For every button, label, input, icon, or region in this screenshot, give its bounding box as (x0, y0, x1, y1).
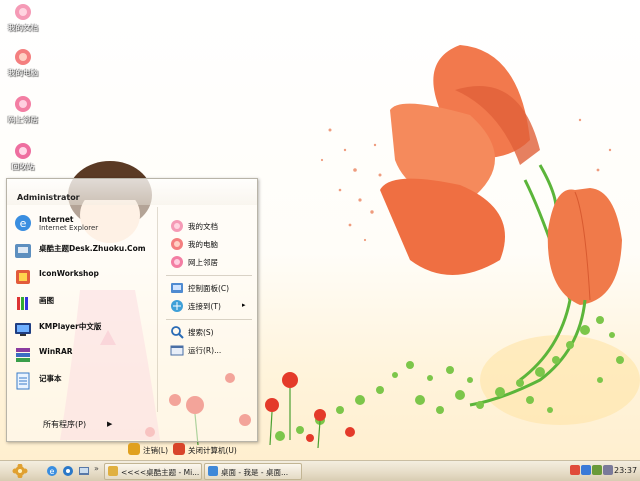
place-search[interactable]: 搜索(S) (170, 323, 256, 341)
program-internet-explorer[interactable]: e Internet Internet Explorer (13, 211, 153, 235)
taskbar-button-zhuoku[interactable]: <<<<桌酷主题 - Mi... (104, 463, 202, 480)
place-label: 连接到(T) (188, 302, 221, 311)
show-desktop-icon[interactable] (78, 465, 90, 477)
desktop-icon-my-documents[interactable]: 我的文档 (2, 2, 44, 32)
program-kmplayer[interactable]: KMPlayer中文版 (13, 317, 153, 341)
flower-computer-icon (171, 238, 183, 250)
program-subtitle: Internet Explorer (39, 224, 99, 232)
places-pane: 我的文档 我的电脑 网上邻居 控制面板(C) 连接到(T) ▸ 搜索(S) 运行… (157, 207, 258, 412)
program-name: WinRAR (39, 347, 73, 356)
taskbar-button-chrome[interactable]: 桌面 - 我是 - 桌面... (204, 463, 302, 480)
program-paint[interactable]: 画图 (13, 291, 153, 315)
place-label: 网上邻居 (188, 258, 218, 267)
place-control-panel[interactable]: 控制面板(C) (170, 279, 256, 297)
place-label: 运行(R)... (188, 346, 222, 355)
control-panel-icon (171, 283, 183, 293)
quick-launch-expand-icon[interactable]: » (94, 464, 99, 473)
desktop-icon-network[interactable]: 网上邻居 (2, 94, 44, 124)
flower-network-icon (15, 96, 31, 112)
desktop-icon-label: 网上邻居 (8, 115, 38, 124)
folder-icon (108, 466, 118, 476)
logoff-label: 注销(L) (143, 446, 169, 455)
desktop-icon-label: 我的文档 (8, 23, 38, 32)
submenu-arrow-icon: ▸ (242, 301, 246, 309)
logoff-icon (128, 443, 140, 455)
zhuoku-theme-icon (15, 244, 31, 258)
chrome-icon[interactable] (62, 465, 74, 477)
system-divider (166, 319, 252, 320)
shutdown-label: 关闭计算机(U) (188, 446, 237, 455)
taskbar-button-label: <<<<桌酷主题 - Mi... (121, 468, 200, 477)
place-network[interactable]: 网上邻居 (170, 253, 256, 271)
program-winrar[interactable]: WinRAR (13, 343, 153, 367)
paint-icon (17, 297, 28, 310)
place-label: 我的电脑 (188, 240, 218, 249)
svg-text:e: e (50, 467, 55, 476)
connect-to-icon (171, 300, 183, 312)
clock[interactable]: 23:37 (614, 466, 637, 475)
flower-computer-icon (15, 49, 31, 65)
taskbar: e » <<<<桌酷主题 - Mi... 桌面 - 我是 - 桌面... 23:… (0, 460, 640, 481)
place-label: 我的文档 (188, 222, 218, 231)
program-name: 桌酷主题Desk.Zhuoku.Com (39, 244, 146, 253)
flower-recycle-icon (15, 143, 31, 159)
all-programs-button[interactable]: 所有程序(P) (43, 419, 86, 430)
system-tray: 23:37 (570, 463, 638, 478)
places-divider (166, 275, 252, 276)
desktop-icon-my-computer[interactable]: 我的电脑 (2, 47, 44, 77)
program-zhuoku-theme[interactable]: 桌酷主题Desk.Zhuoku.Com (13, 239, 153, 263)
logoff-button[interactable]: 注销(L) (128, 443, 173, 457)
program-iconworkshop[interactable]: IconWorkshop (13, 265, 153, 289)
start-menu: Administrator e Internet Internet Explor… (6, 178, 258, 442)
flower-folder-icon (15, 4, 31, 20)
pinned-programs-pane: e Internet Internet Explorer 桌酷主题Desk.Zh… (7, 207, 157, 412)
tray-network-icon[interactable] (581, 465, 591, 475)
taskbar-button-label: 桌面 - 我是 - 桌面... (221, 468, 289, 477)
tray-antivirus-icon[interactable] (570, 465, 580, 475)
search-icon (171, 326, 184, 339)
program-notepad[interactable]: 记事本 (13, 369, 153, 393)
desktop-icon-recycle-bin[interactable]: 回收站 (2, 141, 44, 171)
all-programs-arrow-icon: ▶ (107, 420, 113, 428)
desktop-icon-label: 我的电脑 (8, 68, 38, 77)
iconworkshop-icon (16, 270, 30, 284)
power-icon (173, 443, 185, 455)
place-run[interactable]: 运行(R)... (170, 341, 256, 359)
svg-text:e: e (20, 217, 27, 230)
program-name: 画图 (39, 296, 54, 305)
winrar-icon (16, 348, 30, 362)
place-connect-to[interactable]: 连接到(T) ▸ (170, 297, 256, 315)
place-label: 控制面板(C) (188, 284, 230, 293)
place-my-documents[interactable]: 我的文档 (170, 217, 256, 235)
start-menu-user-header: Administrator (7, 179, 257, 205)
program-name: IconWorkshop (39, 269, 99, 278)
desktop-icon-label: 回收站 (11, 162, 35, 171)
program-name: Internet (39, 215, 74, 224)
user-name: Administrator (17, 193, 80, 202)
place-label: 搜索(S) (188, 328, 214, 337)
flower-network-icon (171, 256, 183, 268)
program-name: 记事本 (39, 374, 62, 383)
internet-explorer-icon: e (15, 215, 31, 231)
program-name: KMPlayer中文版 (39, 322, 102, 331)
internet-explorer-icon[interactable]: e (46, 465, 58, 477)
start-button[interactable] (6, 464, 34, 478)
tray-app-icon[interactable] (603, 465, 613, 475)
kmplayer-icon (15, 323, 31, 336)
shutdown-button[interactable]: 关闭计算机(U) (173, 443, 253, 457)
place-my-computer[interactable]: 我的电脑 (170, 235, 256, 253)
notepad-icon (16, 372, 30, 390)
chrome-icon (208, 466, 218, 476)
tray-volume-icon[interactable] (592, 465, 602, 475)
run-icon (170, 345, 184, 356)
flower-folder-icon (171, 220, 183, 232)
